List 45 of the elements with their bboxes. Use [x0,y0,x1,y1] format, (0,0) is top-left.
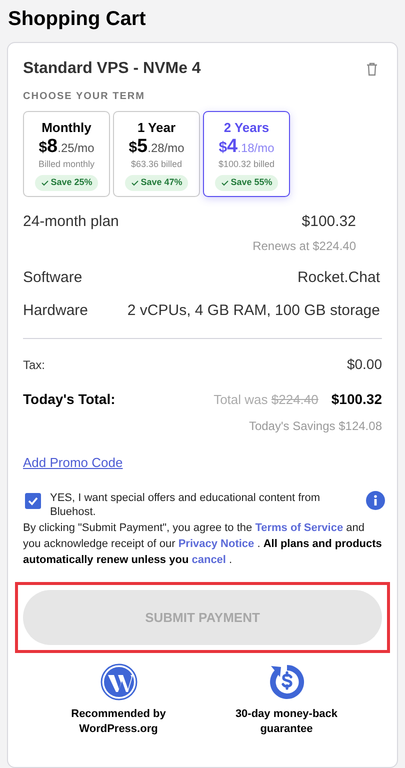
total-price: $100.32 [331,390,382,409]
legal-link[interactable]: Privacy Notice [178,538,254,550]
legal-notice: By clicking "Submit Payment", you agree to the Terms of Service and you acknowledge receipt of our Privacy Notice . All plans and products automatically renew unless you cancel . [23,521,382,568]
tax-label: Tax: [23,356,46,374]
save-badge: Save 55% [214,175,278,190]
detail-label: Software [23,268,82,288]
detail-value: Rocket.Chat [297,268,380,288]
term-price: $8.25/mo [38,138,94,156]
check-icon [27,495,39,507]
legal-link[interactable]: Terms of Service [255,522,344,534]
billed-text: $63.36 billed [130,158,182,170]
detail-label: Hardware [23,300,88,320]
term-heading: CHOOSE YOUR TERM [23,90,146,104]
badge-caption: Recommended by WordPress.org [70,707,167,737]
plan-price: $100.32 [302,212,356,232]
wordpress-logo-icon [100,663,138,701]
savings-text: Today's Savings $124.08 [248,418,382,435]
total-label: Today's Total: [23,390,116,409]
term-label: 1 Year [137,119,176,137]
term-label: 2 Years [224,119,270,137]
save-badge: Save 25% [34,175,98,190]
detail-value: 2 vCPUs, 4 GB RAM, 100 GB storage [127,300,380,320]
term-option[interactable]: 1 Year $5.28/mo $63.36 billed Save 47% [113,111,200,196]
offers-checkbox[interactable] [25,493,41,509]
badge-caption: 30-day money-back guarantee [234,707,339,737]
previous-total: Total was $224.40 [214,390,318,409]
billed-text: Billed monthly [38,158,95,171]
term-price: $5.28/mo [128,138,184,156]
promo-code-link[interactable]: Add Promo Code [23,453,123,472]
info-icon[interactable] [366,491,385,510]
term-label: Monthly [42,119,92,137]
term-price: $4.18/mo [218,138,274,156]
term-option[interactable]: Monthly $8.25/mo Billed monthly Save 25% [23,111,110,196]
legal-link[interactable]: cancel [192,554,226,566]
billed-text: $100.32 billed [218,158,275,170]
tax-value: $0.00 [346,355,382,374]
offers-label: YES, I want special offers and educational content from Bluehost. [50,491,322,519]
save-badge: Save 47% [124,175,188,190]
trash-icon[interactable] [366,62,378,76]
dollar-refresh-icon [268,663,306,701]
product-name: Standard VPS - NVMe 4 [23,59,201,79]
page-title: Shopping Cart [7,7,147,32]
term-option[interactable]: 2 Years $4.18/mo $100.32 billed Save 55% [203,111,290,196]
renewal-price: Renews at $224.40 [252,238,356,255]
plan-label: 24-month plan [23,212,119,232]
